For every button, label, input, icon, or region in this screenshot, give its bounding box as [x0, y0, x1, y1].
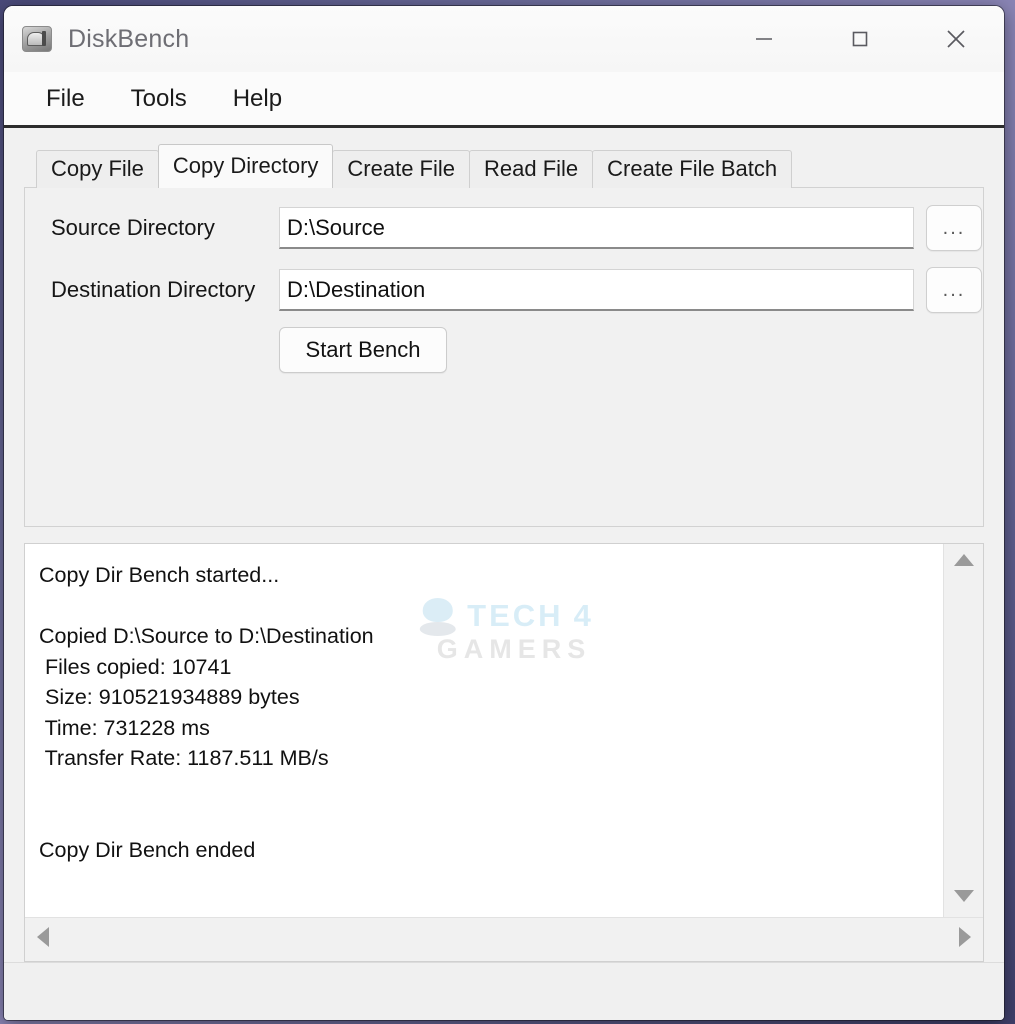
vertical-scrollbar[interactable]	[943, 544, 983, 917]
scroll-right-icon[interactable]	[957, 925, 973, 954]
tab-read-file[interactable]: Read File	[469, 150, 594, 188]
menu-item-tools[interactable]: Tools	[119, 81, 199, 117]
tab-strip: Copy File Copy Directory Create File Rea…	[24, 144, 984, 188]
log-output-panel: Copy Dir Bench started... Copied D:\Sour…	[24, 543, 984, 962]
close-icon[interactable]	[908, 6, 1004, 72]
log-main-area: Copy Dir Bench started... Copied D:\Sour…	[25, 544, 983, 917]
start-bench-row: Start Bench	[279, 327, 983, 373]
horizontal-scrollbar[interactable]	[25, 917, 983, 961]
destination-directory-input[interactable]	[279, 269, 914, 311]
destination-directory-label: Destination Directory	[51, 277, 256, 302]
maximize-icon[interactable]	[812, 6, 908, 72]
tab-create-file-batch[interactable]: Create File Batch	[592, 150, 793, 188]
source-browse-button[interactable]: ...	[926, 205, 982, 251]
log-output-text[interactable]: Copy Dir Bench started... Copied D:\Sour…	[25, 544, 943, 917]
scroll-up-icon[interactable]	[952, 552, 976, 573]
diskbench-window: DiskBench File Tools Help Copy File Copy…	[4, 6, 1004, 1020]
window-controls	[716, 6, 1004, 72]
copy-directory-panel: Source Directory ... Destination Directo…	[24, 187, 984, 527]
tab-copy-file[interactable]: Copy File	[36, 150, 159, 188]
scroll-left-icon[interactable]	[35, 925, 51, 954]
window-title: DiskBench	[68, 24, 190, 53]
source-directory-input[interactable]	[279, 207, 914, 249]
source-directory-row: Source Directory ...	[51, 205, 983, 251]
content-area: Copy File Copy Directory Create File Rea…	[4, 128, 1004, 962]
menu-item-file[interactable]: File	[34, 81, 97, 117]
minimize-icon[interactable]	[716, 6, 812, 72]
tab-copy-directory[interactable]: Copy Directory	[157, 144, 334, 188]
title-bar: DiskBench	[4, 6, 1004, 72]
menu-item-help[interactable]: Help	[221, 81, 294, 117]
source-directory-label: Source Directory	[51, 215, 215, 240]
menu-bar: File Tools Help	[4, 72, 1004, 128]
scroll-down-icon[interactable]	[952, 888, 976, 909]
tab-create-file[interactable]: Create File	[332, 150, 470, 188]
destination-directory-row: Destination Directory ...	[51, 267, 983, 313]
destination-browse-button[interactable]: ...	[926, 267, 982, 313]
disk-drive-icon	[22, 26, 52, 52]
start-bench-button[interactable]: Start Bench	[279, 327, 447, 373]
status-bar	[4, 962, 1004, 1020]
